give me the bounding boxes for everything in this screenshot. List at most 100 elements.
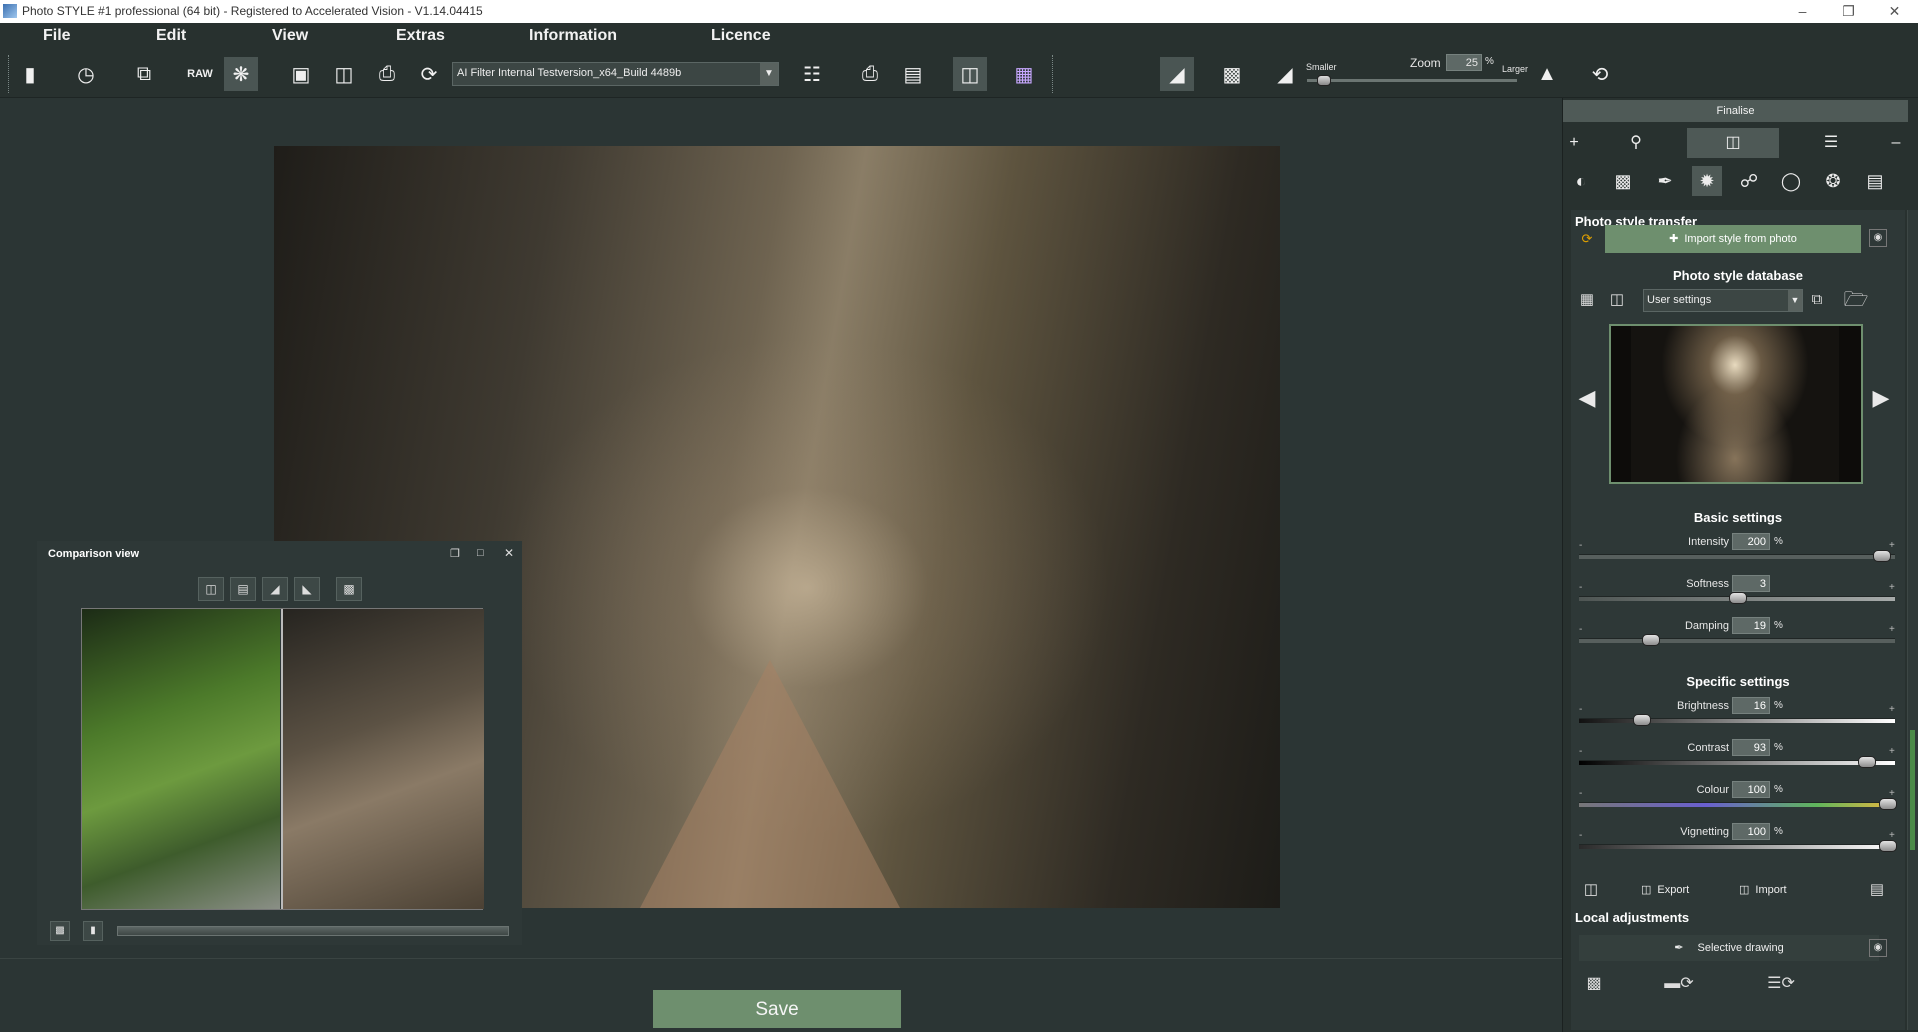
search-icon[interactable]: ⚲ [1591, 128, 1681, 158]
restore-button[interactable]: ❐ [1826, 0, 1871, 22]
slider-track[interactable] [1579, 554, 1895, 559]
print-icon[interactable]: ⎙ [370, 57, 404, 91]
slider-value[interactable]: 100 [1732, 781, 1770, 798]
grid-icon[interactable]: ▩ [50, 921, 70, 941]
undock-icon[interactable]: ❐ [450, 547, 460, 560]
noise-icon[interactable]: ▩ [1608, 166, 1638, 196]
folder-icon[interactable]: 🗁 [1839, 290, 1873, 310]
chevron-down-icon[interactable]: ▼ [760, 63, 778, 85]
menu-edit[interactable]: Edit [156, 27, 186, 45]
damping-slider[interactable]: - Damping 19 % + [1579, 617, 1897, 656]
add-style-icon[interactable]: ◫ [1607, 290, 1627, 310]
split-horizontal-icon[interactable]: ▤ [230, 577, 256, 601]
export-button[interactable]: ◫ Export [1641, 878, 1711, 902]
contrast-slider[interactable]: - Contrast 93 % + [1579, 739, 1897, 778]
close-button[interactable]: ✕ [1872, 0, 1917, 22]
split-view-icon[interactable]: ▤ [896, 57, 930, 91]
effects-icon[interactable]: ❋ [224, 57, 258, 91]
selective-drawing-button[interactable]: ✒ Selective drawing [1579, 935, 1879, 961]
tone-icon[interactable]: ◐ [1566, 166, 1596, 196]
softness-slider[interactable]: - Softness 3 + [1579, 575, 1897, 614]
filter-select[interactable]: AI Filter Internal Testversion_x64_Build… [452, 62, 779, 86]
slider-handle[interactable] [1873, 550, 1891, 562]
zoom-slider-handle[interactable] [1317, 75, 1331, 86]
slider-track[interactable] [1579, 760, 1895, 765]
style-preview[interactable] [1609, 324, 1863, 484]
slider-handle[interactable] [1858, 756, 1876, 768]
menu-information[interactable]: Information [529, 27, 617, 45]
slider-handle[interactable] [1633, 714, 1651, 726]
slider-track[interactable] [1579, 718, 1895, 723]
split-diagonal-icon[interactable]: ◢ [262, 577, 288, 601]
menu-file[interactable]: File [43, 27, 71, 45]
minimize-button[interactable]: – [1780, 0, 1825, 22]
histogram-icon[interactable]: ▦ [1007, 57, 1041, 91]
sliders-icon[interactable]: ☰ [1785, 128, 1877, 158]
comparison-timeline-slider[interactable] [117, 926, 509, 936]
zoom-input[interactable]: 25 [1446, 54, 1482, 71]
minus-icon[interactable]: – [1883, 128, 1909, 158]
reset-icon[interactable]: ⟳ [1577, 229, 1597, 249]
brush-icon[interactable]: ✒ [1650, 166, 1680, 196]
slider-track[interactable] [1579, 844, 1895, 849]
swap-view-icon[interactable]: ▩ [336, 577, 362, 601]
share-icon[interactable]: ⟳ [412, 57, 446, 91]
zoom-in-icon[interactable]: ▲ [1530, 57, 1564, 91]
document-icon[interactable]: ▤ [1860, 166, 1890, 196]
chevron-down-icon[interactable]: ▼ [1788, 290, 1802, 311]
menu-extras[interactable]: Extras [396, 27, 445, 45]
previous-style-icon[interactable]: ◀ [1577, 384, 1597, 412]
save-as-icon[interactable]: ◫ [327, 57, 361, 91]
export-settings-icon[interactable]: ◫ [1577, 880, 1605, 900]
batch-files-icon[interactable]: ⧉ [127, 57, 161, 91]
split-diagonal-reverse-icon[interactable]: ◣ [294, 577, 320, 601]
tab-style-icon[interactable]: ◫ [1687, 128, 1779, 158]
slider-track[interactable] [1579, 802, 1895, 807]
before-after-icon[interactable]: ⎙ [853, 57, 887, 91]
import-style-button[interactable]: ✚ Import style from photo [1605, 225, 1861, 253]
single-view-icon[interactable]: ▮ [83, 921, 103, 941]
next-style-icon[interactable]: ▶ [1871, 384, 1891, 412]
brightness-slider[interactable]: - Brightness 16 % + [1579, 697, 1897, 736]
slider-value[interactable]: 100 [1732, 823, 1770, 840]
slider-track[interactable] [1579, 638, 1895, 643]
add-icon[interactable]: + [1563, 128, 1585, 158]
color-wheel-icon[interactable]: ✹ [1692, 166, 1722, 196]
rotate-crop-icon[interactable]: ⟲ [1583, 57, 1617, 91]
slider-handle[interactable] [1729, 592, 1747, 604]
maximize-icon[interactable]: □ [477, 547, 484, 559]
menu-licence[interactable]: Licence [711, 27, 771, 45]
mask-grid-icon[interactable]: ▩ [1581, 974, 1607, 994]
slider-handle[interactable] [1642, 634, 1660, 646]
slider-value[interactable]: 93 [1732, 739, 1770, 756]
scrollbar-thumb[interactable] [1910, 730, 1915, 850]
menu-view[interactable]: View [272, 27, 308, 45]
layout-options-icon[interactable]: ☷ [795, 57, 829, 91]
vignetting-slider[interactable]: - Vignetting 100 % + [1579, 823, 1897, 862]
history-icon[interactable]: ◷ [69, 57, 103, 91]
slider-value[interactable]: 200 [1732, 533, 1770, 550]
new-document-icon[interactable]: ▮ [13, 57, 47, 91]
import-button[interactable]: ◫ Import [1739, 878, 1809, 902]
layer-swap-icon[interactable]: ☰⟳ [1757, 974, 1805, 994]
nodes-icon[interactable]: ☍ [1734, 166, 1764, 196]
slider-handle[interactable] [1879, 840, 1897, 852]
copy-icon[interactable]: ⧉ [1807, 290, 1827, 310]
zoom-slider-track[interactable] [1307, 79, 1517, 82]
close-icon[interactable]: ✕ [504, 546, 514, 560]
zoom-out-icon[interactable]: ◢ [1268, 57, 1302, 91]
save-icon[interactable]: ▣ [284, 57, 318, 91]
slider-handle[interactable] [1879, 798, 1897, 810]
slider-value[interactable]: 19 [1732, 617, 1770, 634]
colour-slider[interactable]: - Colour 100 % + [1579, 781, 1897, 820]
preview-icon[interactable]: ◫ [953, 57, 987, 91]
finalise-button[interactable]: Finalise [1563, 100, 1908, 122]
intensity-slider[interactable]: - Intensity 200 % + [1579, 533, 1897, 572]
style-category-select[interactable]: User settings ▼ [1643, 289, 1803, 312]
slider-value[interactable]: 3 [1732, 575, 1770, 592]
aperture-icon[interactable]: ❂ [1818, 166, 1848, 196]
grid-view-icon[interactable]: ▦ [1577, 290, 1597, 310]
lens-icon[interactable]: ◯ [1776, 166, 1806, 196]
save-button[interactable]: Save [653, 990, 901, 1028]
comparison-image[interactable] [81, 608, 484, 910]
